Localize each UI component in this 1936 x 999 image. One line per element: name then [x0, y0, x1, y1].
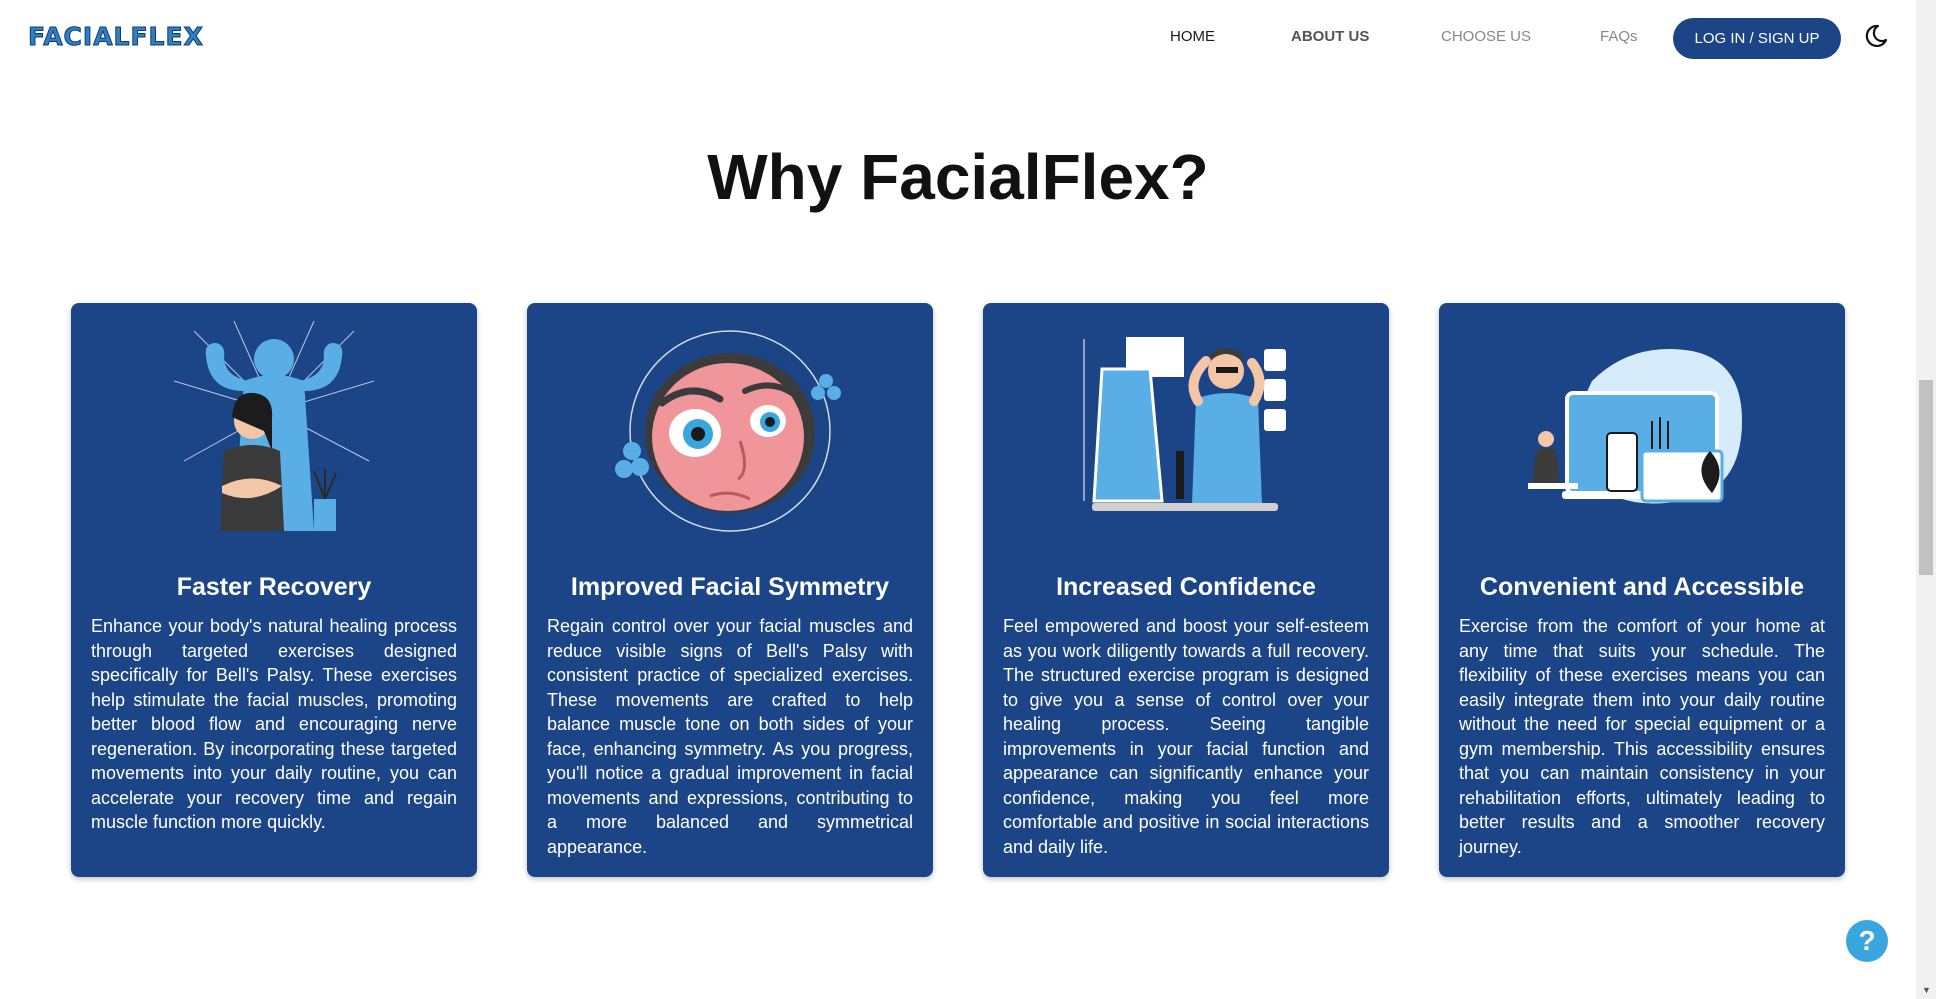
help-icon[interactable]: ? [1846, 920, 1888, 962]
card-title: Faster Recovery [176, 573, 372, 601]
card-text: Exercise from the comfort of your home a… [1459, 616, 1825, 857]
scrollbar-thumb[interactable] [1919, 380, 1933, 575]
mirror-illustration [1066, 321, 1306, 541]
strength-illustration [154, 320, 394, 541]
page: FACIALFLEX HOME ABOUT US CHOOSE US FAQs … [0, 0, 1936, 999]
card-title: Increased Confidence [1056, 573, 1316, 601]
card-text: Feel empowered and boost your self-estee… [1003, 616, 1369, 857]
top-nav: FACIALFLEX HOME ABOUT US CHOOSE US FAQs … [0, 0, 1916, 76]
moon-icon[interactable] [1862, 22, 1890, 50]
feature-card-increased-confidence: Increased Confidence Feel empowered and … [983, 303, 1389, 877]
face-illustration [610, 321, 850, 541]
nav-link-faqs[interactable]: FAQs [1600, 28, 1638, 45]
login-signup-button[interactable]: LOG IN / SIGN UP [1673, 18, 1841, 59]
scroll-down-arrow-icon[interactable]: ▼ [1922, 985, 1931, 995]
nav-link-choose-us[interactable]: CHOOSE US [1441, 28, 1531, 45]
logo[interactable]: FACIALFLEX [28, 22, 204, 52]
section-title: Why FacialFlex? [707, 141, 1209, 213]
devices-illustration [1522, 321, 1762, 541]
feature-card-faster-recovery: Faster Recovery Enhance your body's natu… [71, 303, 477, 877]
card-title: Convenient and Accessible [1479, 573, 1805, 601]
scrollbar[interactable]: ▼ [1916, 0, 1936, 999]
feature-card-convenient-and-accessible: Convenient and Accessible Exercise from … [1439, 303, 1845, 877]
card-text: Enhance your body's natural healing proc… [91, 616, 457, 832]
card-text: Regain control over your facial muscles … [547, 616, 913, 857]
nav-link-home[interactable]: HOME [1170, 28, 1215, 45]
feature-card-improved-facial-symmetry: Improved Facial Symmetry Regain control … [527, 303, 933, 877]
nav-link-about-us[interactable]: ABOUT US [1291, 28, 1369, 45]
card-title: Improved Facial Symmetry [570, 573, 890, 601]
